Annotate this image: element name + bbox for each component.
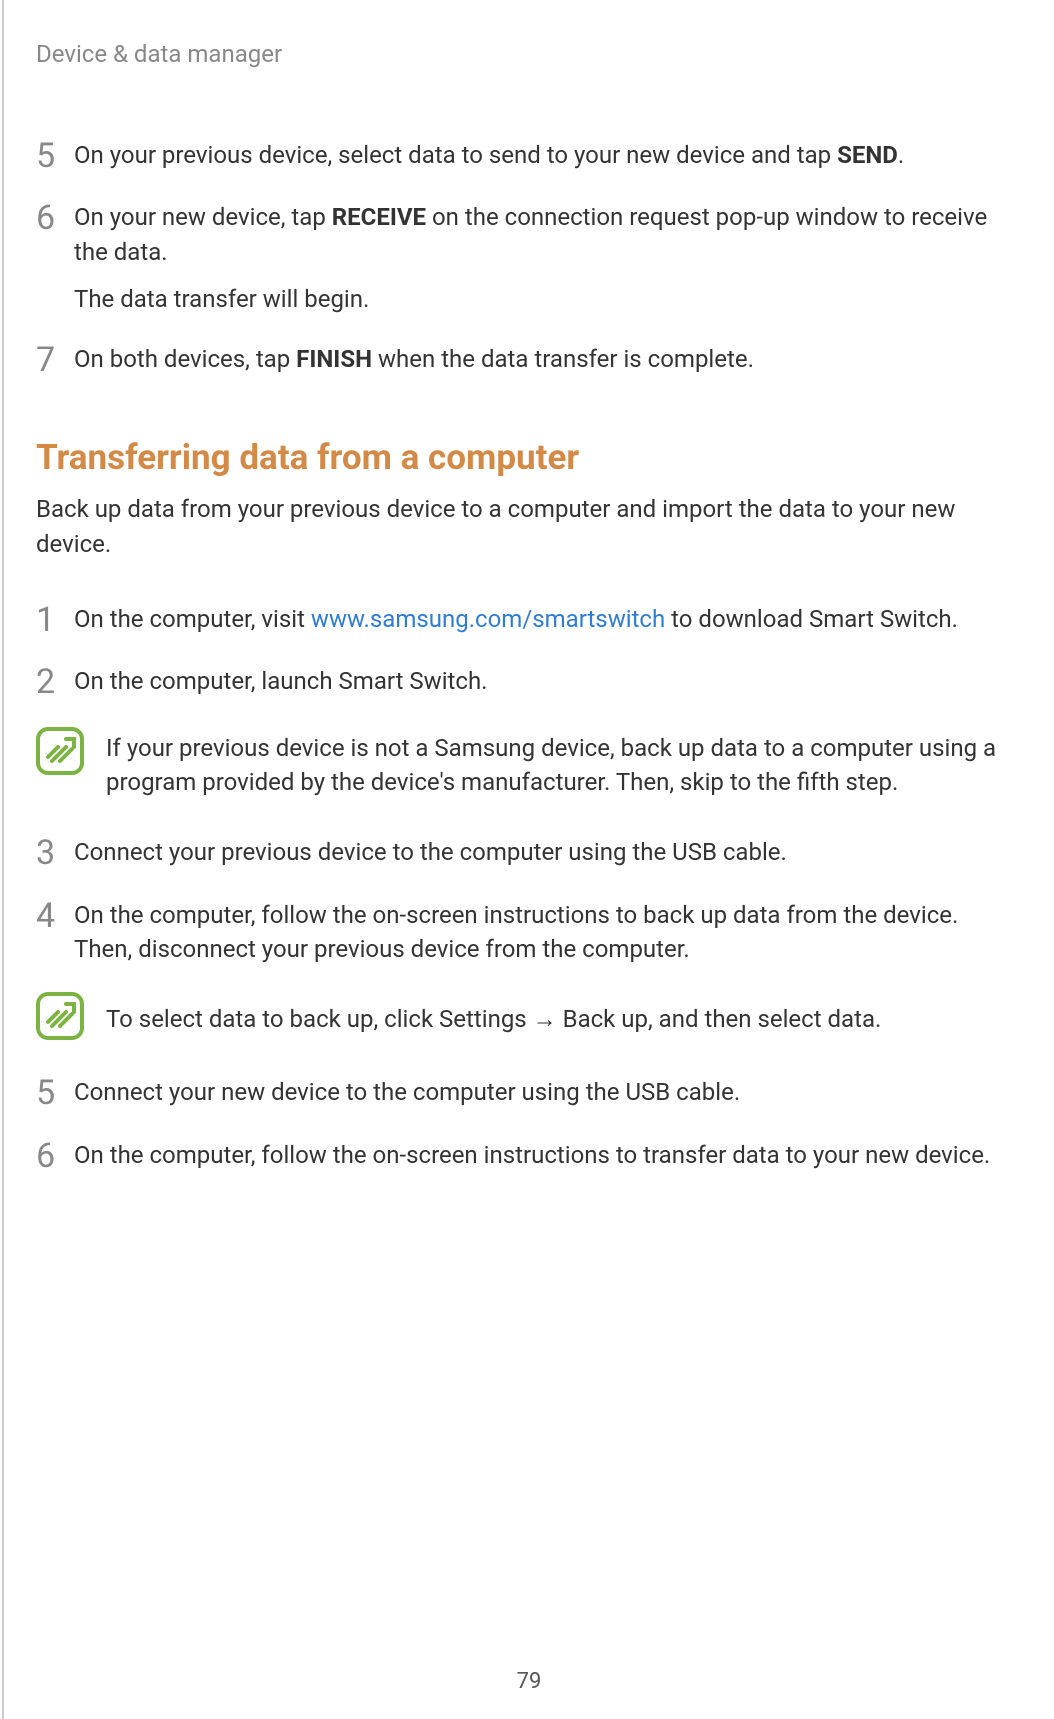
text-segment: to download Smart Switch. — [665, 605, 958, 633]
text-segment: On the computer, visit — [74, 605, 311, 633]
step-number: 4 — [36, 898, 74, 968]
step-5-top: 5 On your previous device, select data t… — [32, 138, 1004, 175]
step-6-top: 6 On your new device, tap RECEIVE on the… — [32, 200, 1004, 316]
step-5: 5 Connect your new device to the compute… — [32, 1075, 1004, 1112]
note-icon — [36, 992, 84, 1040]
step-text: On your new device, tap RECEIVE on the c… — [74, 200, 1004, 316]
note-block-1: If your previous device is not a Samsung… — [32, 727, 1004, 801]
step-number: 6 — [36, 200, 74, 316]
text-segment: Back up, and then select data. — [557, 1005, 882, 1033]
bold-text: SEND — [837, 141, 898, 169]
step-number: 5 — [36, 1075, 74, 1112]
note-text: To select data to back up, click Setting… — [106, 992, 1004, 1038]
step-number: 5 — [36, 138, 74, 175]
step-number: 2 — [36, 664, 74, 701]
step-4: 4 On the computer, follow the on-screen … — [32, 898, 1004, 968]
step-7-top: 7 On both devices, tap FINISH when the d… — [32, 342, 1004, 379]
note-block-2: To select data to back up, click Setting… — [32, 992, 1004, 1040]
step-subtext: The data transfer will begin. — [74, 282, 1004, 317]
section-heading: Transferring data from a computer — [32, 437, 1004, 478]
text-segment: On your previous device, select data to … — [74, 141, 837, 169]
section-intro: Back up data from your previous device t… — [32, 492, 1004, 562]
step-text: On the computer, visit www.samsung.com/s… — [74, 602, 1004, 639]
text-segment: On both devices, tap — [74, 345, 296, 373]
step-text: On the computer, follow the on-screen in… — [74, 898, 1004, 968]
step-text: Connect your previous device to the comp… — [74, 835, 1004, 872]
step-number: 1 — [36, 602, 74, 639]
step-number: 7 — [36, 342, 74, 379]
text-segment: To select data to back up, click Setting… — [106, 1005, 533, 1033]
page-number: 79 — [517, 1669, 542, 1694]
step-3: 3 Connect your previous device to the co… — [32, 835, 1004, 872]
step-text: On your previous device, select data to … — [74, 138, 1004, 175]
text-segment: On your new device, tap — [74, 203, 332, 231]
step-1: 1 On the computer, visit www.samsung.com… — [32, 602, 1004, 639]
note-text: If your previous device is not a Samsung… — [106, 727, 1004, 801]
step-text: On both devices, tap FINISH when the dat… — [74, 342, 1004, 379]
arrow-icon: → — [533, 1006, 557, 1033]
note-icon — [36, 727, 84, 775]
link-smartswitch[interactable]: www.samsung.com/smartswitch — [311, 605, 665, 633]
step-6: 6 On the computer, follow the on-screen … — [32, 1138, 1004, 1175]
step-number: 6 — [36, 1138, 74, 1175]
bold-text: RECEIVE — [332, 203, 426, 231]
step-text: On the computer, follow the on-screen in… — [74, 1138, 1004, 1175]
step-2: 2 On the computer, launch Smart Switch. — [32, 664, 1004, 701]
bold-text: FINISH — [296, 345, 372, 373]
step-text: Connect your new device to the computer … — [74, 1075, 1004, 1112]
step-text: On the computer, launch Smart Switch. — [74, 664, 1004, 701]
page-container: Device & data manager 5 On your previous… — [2, 0, 1054, 1719]
text-segment: when the data transfer is complete. — [372, 345, 754, 373]
text-segment: . — [898, 141, 904, 169]
page-header: Device & data manager — [32, 40, 1004, 68]
step-number: 3 — [36, 835, 74, 872]
